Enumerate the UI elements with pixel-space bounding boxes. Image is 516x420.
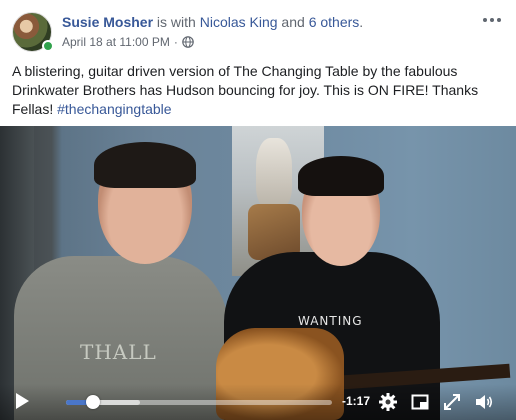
shirt-text-right: WANTING [298,314,363,328]
post-text: A blistering, guitar driven version of T… [12,62,502,119]
others-link[interactable]: 6 others [309,14,360,30]
hashtag-link[interactable]: #thechangingtable [57,101,171,117]
settings-gear-icon[interactable] [378,392,398,412]
more-dot [490,18,494,22]
video-controls: -1:17 [0,384,516,420]
online-status-indicator [42,40,54,52]
globe-icon[interactable] [182,36,194,48]
progress-thumb[interactable] [85,395,100,409]
tagged-person-link[interactable]: Nicolas King [200,14,278,30]
video-player[interactable]: THALL WANTING -1:17 [0,126,516,420]
and-text: and [277,14,309,30]
shirt-text-left: THALL [80,340,157,364]
person-right-hair [298,156,384,196]
expand-icon[interactable] [442,392,462,412]
more-dot [483,18,487,22]
post-header: Susie Mosher is with Nicolas King and 6 … [12,10,504,54]
person-left-hair [94,142,196,188]
llama-head [256,138,292,208]
volume-icon[interactable] [474,392,494,412]
progress-bar[interactable] [66,400,332,405]
post-meta: April 18 at 11:00 PM · [62,35,194,49]
facebook-post: Susie Mosher is with Nicolas King and 6 … [0,0,516,420]
time-remaining: -1:17 [342,394,371,408]
play-icon[interactable] [14,392,30,410]
fullscreen-icon[interactable] [410,392,430,412]
more-options-icon[interactable] [480,10,504,30]
post-headline: Susie Mosher is with Nicolas King and 6 … [62,14,363,30]
with-text: is with [153,14,200,30]
post-timestamp[interactable]: April 18 at 11:00 PM [62,35,170,49]
author-name-link[interactable]: Susie Mosher [62,14,153,30]
more-dot [497,18,501,22]
headline-period: . [359,14,364,30]
meta-separator: · [173,35,178,49]
